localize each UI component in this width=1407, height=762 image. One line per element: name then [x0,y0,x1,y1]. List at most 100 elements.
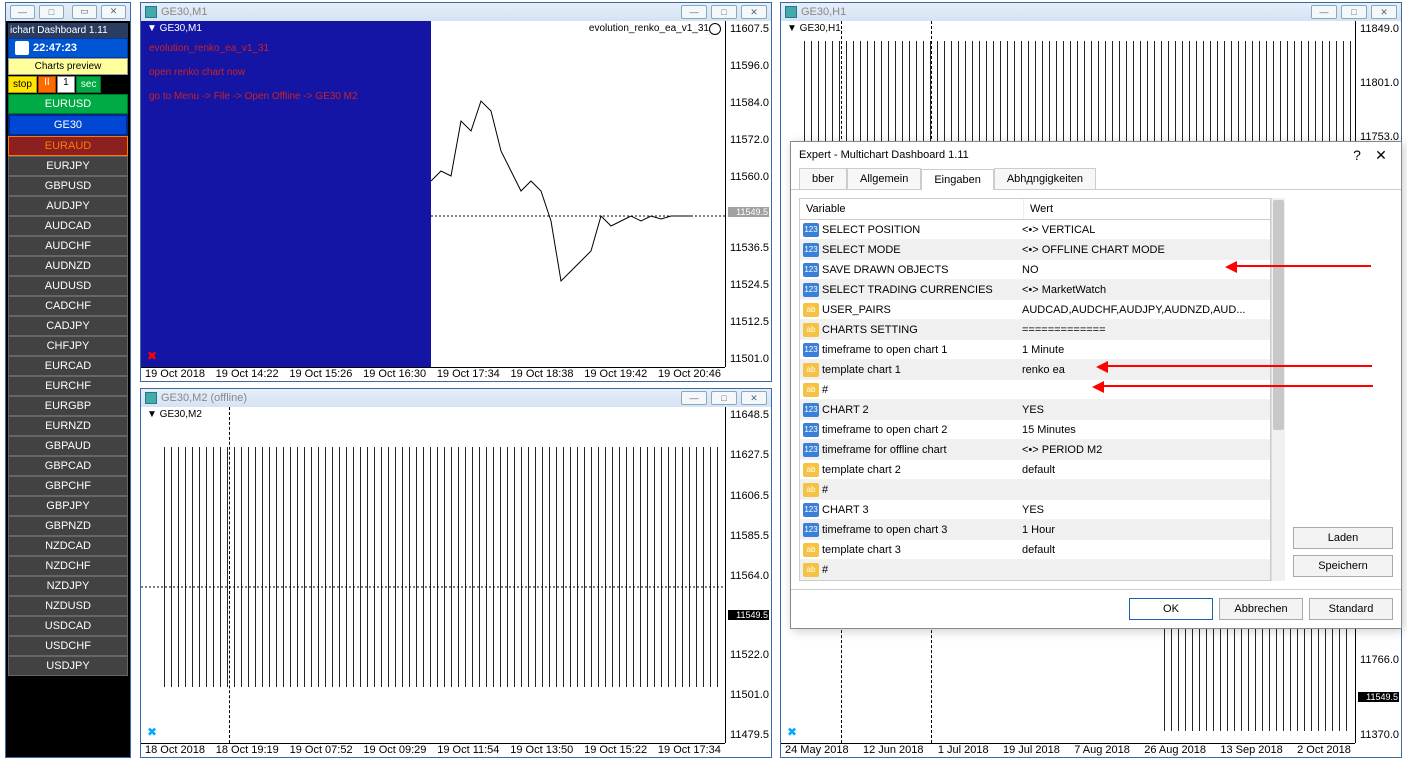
symbol-nzdcad[interactable]: NZDCAD [8,536,128,556]
symbol-euraud[interactable]: EURAUD [8,136,128,156]
symbol-usdcad[interactable]: USDCAD [8,616,128,636]
symbol-gbpcad[interactable]: GBPCAD [8,456,128,476]
save-button[interactable]: Speichern [1293,555,1393,577]
input-row[interactable]: 123timeframe for offline chart<•> PERIOD… [800,440,1270,460]
input-row[interactable]: 123SELECT POSITION<•> VERTICAL [800,220,1270,240]
dialog-titlebar[interactable]: Expert - Multichart Dashboard 1.11 ? ✕ [791,142,1401,168]
input-row[interactable]: abCHARTS SETTING============= [800,320,1270,340]
maximize-icon[interactable]: □ [711,5,737,19]
symbol-audnzd[interactable]: AUDNZD [8,256,128,276]
input-row[interactable]: 123SELECT MODE<•> OFFLINE CHART MODE [800,240,1270,260]
input-row[interactable]: abtemplate chart 3default [800,540,1270,560]
minimize-icon[interactable]: — [1311,5,1337,19]
col-value[interactable]: Wert [1024,199,1270,219]
var-value[interactable]: AUDCAD,AUDCHF,AUDJPY,AUDNZD,AUD... [1022,304,1270,316]
var-value[interactable]: YES [1022,504,1270,516]
number-field[interactable]: 1 [57,76,75,93]
input-row[interactable]: ab# [800,380,1270,400]
cancel-button[interactable]: Abbrechen [1219,598,1303,620]
close-icon[interactable]: ✕ [741,391,767,405]
input-row[interactable]: ab# [800,560,1270,580]
chart1-titlebar[interactable]: GE30,M1 — □ ✕ [141,3,771,21]
symbol-ge30[interactable]: GE30 [8,114,128,136]
chart2-body[interactable]: ▼ GE30,M2 ✖ 11648.511627.511606.511585.5… [141,407,771,757]
symbol-chfjpy[interactable]: CHFJPY [8,336,128,356]
tab-allgemein[interactable]: Allgemein [847,168,921,189]
minimize-icon[interactable]: — [681,5,707,19]
symbol-audjpy[interactable]: AUDJPY [8,196,128,216]
scrollbar[interactable] [1271,198,1285,581]
load-button[interactable]: Laden [1293,527,1393,549]
input-row[interactable]: 123SELECT TRADING CURRENCIES<•> MarketWa… [800,280,1270,300]
var-value[interactable]: 1 Hour [1022,524,1270,536]
pause-button[interactable]: II [38,76,56,93]
charts-preview-button[interactable]: Charts preview [8,58,128,75]
chart3-titlebar[interactable]: GE30,H1 — □ ✕ [781,3,1401,21]
var-value[interactable]: <•> PERIOD M2 [1022,444,1270,456]
symbol-eurnzd[interactable]: EURNZD [8,416,128,436]
var-value[interactable]: default [1022,464,1270,476]
standard-button[interactable]: Standard [1309,598,1393,620]
restore-icon[interactable]: ▭ [72,5,97,19]
symbol-usdchf[interactable]: USDCHF [8,636,128,656]
chart2-titlebar[interactable]: GE30,M2 (offline) — □ ✕ [141,389,771,407]
symbol-cadchf[interactable]: CADCHF [8,296,128,316]
close-icon[interactable]: ✕ [101,5,126,19]
tab-eingaben[interactable]: Eingaben [921,169,994,190]
symbol-nzdchf[interactable]: NZDCHF [8,556,128,576]
symbol-gbpnzd[interactable]: GBPNZD [8,516,128,536]
input-row[interactable]: 123CHART 3YES [800,500,1270,520]
maximize-icon[interactable]: □ [1341,5,1367,19]
symbol-usdjpy[interactable]: USDJPY [8,656,128,676]
var-value[interactable]: default [1022,544,1270,556]
stop-button[interactable]: stop [8,76,37,93]
col-variable[interactable]: Variable [800,199,1024,219]
symbol-cadjpy[interactable]: CADJPY [8,316,128,336]
symbol-gbpjpy[interactable]: GBPJPY [8,496,128,516]
var-value[interactable]: ============= [1022,324,1270,336]
panel-titlebar[interactable]: — □ ▭ ✕ [6,3,130,21]
maximize-icon[interactable]: □ [711,391,737,405]
help-icon[interactable]: ? [1345,147,1369,163]
input-row[interactable]: 123timeframe to open chart 31 Hour [800,520,1270,540]
symbol-audcad[interactable]: AUDCAD [8,216,128,236]
chart1-body[interactable]: ▼ GE30,M1 evolution_renko_ea_v1_31 open … [141,21,771,381]
symbol-eurgbp[interactable]: EURGBP [8,396,128,416]
symbol-audusd[interactable]: AUDUSD [8,276,128,296]
input-row[interactable]: ab# [800,480,1270,500]
var-value[interactable]: <•> VERTICAL [1022,224,1270,236]
sec-button[interactable]: sec [76,76,102,93]
symbol-eurcad[interactable]: EURCAD [8,356,128,376]
symbol-eurjpy[interactable]: EURJPY [8,156,128,176]
var-value[interactable]: <•> MarketWatch [1022,284,1270,296]
symbol-nzdusd[interactable]: NZDUSD [8,596,128,616]
var-value[interactable]: 1 Minute [1022,344,1270,356]
ok-button[interactable]: OK [1129,598,1213,620]
input-row[interactable]: 123CHART 2YES [800,400,1270,420]
symbol-gbpaud[interactable]: GBPAUD [8,436,128,456]
input-row[interactable]: abtemplate chart 1renko ea [800,360,1270,380]
symbol-nzdjpy[interactable]: NZDJPY [8,576,128,596]
close-icon[interactable]: ✕ [1369,147,1393,164]
var-value[interactable]: 15 Minutes [1022,424,1270,436]
symbol-gbpusd[interactable]: GBPUSD [8,176,128,196]
minimize-icon[interactable]: — [681,391,707,405]
tab-abhдngigkeiten[interactable]: Abhдngigkeiten [994,168,1096,189]
input-row[interactable]: 123timeframe to open chart 11 Minute [800,340,1270,360]
maximize-icon[interactable]: □ [39,5,64,19]
var-value[interactable]: YES [1022,404,1270,416]
input-row[interactable]: 123SAVE DRAWN OBJECTSNO [800,260,1270,280]
input-row[interactable]: abUSER_PAIRSAUDCAD,AUDCHF,AUDJPY,AUDNZD,… [800,300,1270,320]
grid-rows[interactable]: 123SELECT POSITION<•> VERTICAL123SELECT … [800,220,1270,580]
symbol-eurusd[interactable]: EURUSD [8,94,128,114]
input-row[interactable]: abtemplate chart 2default [800,460,1270,480]
close-icon[interactable]: ✕ [741,5,767,19]
input-row[interactable]: 123timeframe to open chart 215 Minutes [800,420,1270,440]
close-icon[interactable]: ✕ [1371,5,1397,19]
symbol-gbpchf[interactable]: GBPCHF [8,476,128,496]
var-value[interactable]: <•> OFFLINE CHART MODE [1022,244,1270,256]
symbol-audchf[interactable]: AUDCHF [8,236,128,256]
minimize-icon[interactable]: — [10,5,35,19]
scroll-thumb[interactable] [1273,200,1284,430]
tab-bber[interactable]: bber [799,168,847,189]
